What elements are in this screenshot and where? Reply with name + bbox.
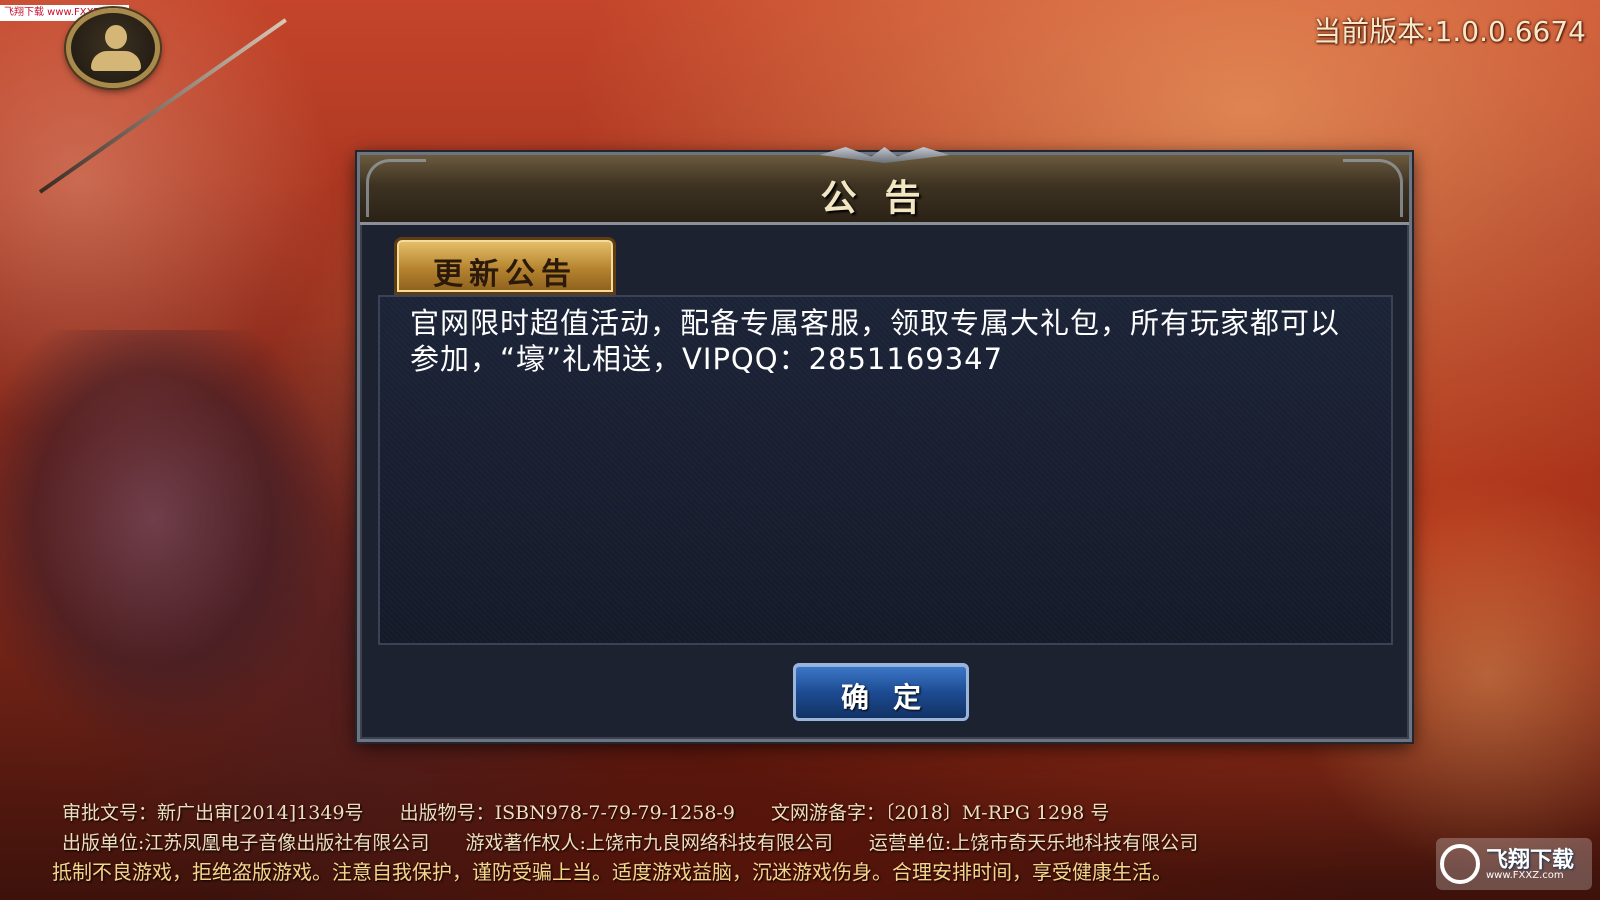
footer-line-approval: 审批文号：新广出审[2014]1349号 出版物号：ISBN978-7-79-7…: [62, 798, 1139, 825]
health-notice: 抵制不良游戏，拒绝盗版游戏。注意自我保护，谨防受骗上当。适度游戏益脑，沉迷游戏伤…: [52, 860, 1172, 884]
version-label: 当前版本:1.0.0.6674: [1313, 15, 1586, 48]
operator: 运营单位:上饶市奇天乐地科技有限公司: [868, 832, 1199, 854]
announcement-content[interactable]: 官网限时超值活动，配备专属客服，领取专属大礼包，所有玩家都可以参加，“壕”礼相送…: [378, 295, 1393, 645]
isbn-number: 出版物号：ISBN978-7-79-79-1258-9: [399, 802, 735, 824]
crest-ornament-icon: [819, 147, 950, 163]
watermark-url: www.FXXZ.com: [1486, 870, 1564, 881]
record-number: 文网游备字：〔2018〕M-RPG 1298 号: [771, 802, 1110, 824]
announcement-dialog: 公告 更新公告 官网限时超值活动，配备专属客服，领取专属大礼包，所有玩家都可以参…: [357, 147, 1412, 742]
tab-update-announcement[interactable]: 更新公告: [394, 237, 616, 295]
tab-label: 更新公告: [433, 257, 577, 292]
publisher: 出版单位:江苏凤凰电子音像出版社有限公司: [62, 832, 430, 854]
approval-number: 审批文号：新广出审[2014]1349号: [62, 802, 364, 824]
copyright-holder: 游戏著作权人:上饶市九良网络科技有限公司: [465, 832, 833, 854]
confirm-label: 确定: [840, 681, 945, 714]
fxxz-logo-icon: [1440, 844, 1480, 884]
avatar-button[interactable]: [66, 8, 160, 88]
announcement-text: 官网限时超值活动，配备专属客服，领取专属大礼包，所有玩家都可以参加，“壕”礼相送…: [410, 306, 1341, 376]
background-warrior: [0, 330, 340, 750]
user-icon: [91, 51, 141, 71]
dialog-header: 公告: [360, 147, 1409, 225]
watermark-bottom: 飞翔下载 www.FXXZ.com: [1436, 838, 1592, 890]
confirm-button[interactable]: 确定: [793, 663, 969, 721]
user-icon-head: [105, 25, 127, 49]
dialog-title: 公告: [820, 178, 949, 219]
footer-line-publisher: 出版单位:江苏凤凰电子音像出版社有限公司 游戏著作权人:上饶市九良网络科技有限公…: [62, 828, 1228, 855]
